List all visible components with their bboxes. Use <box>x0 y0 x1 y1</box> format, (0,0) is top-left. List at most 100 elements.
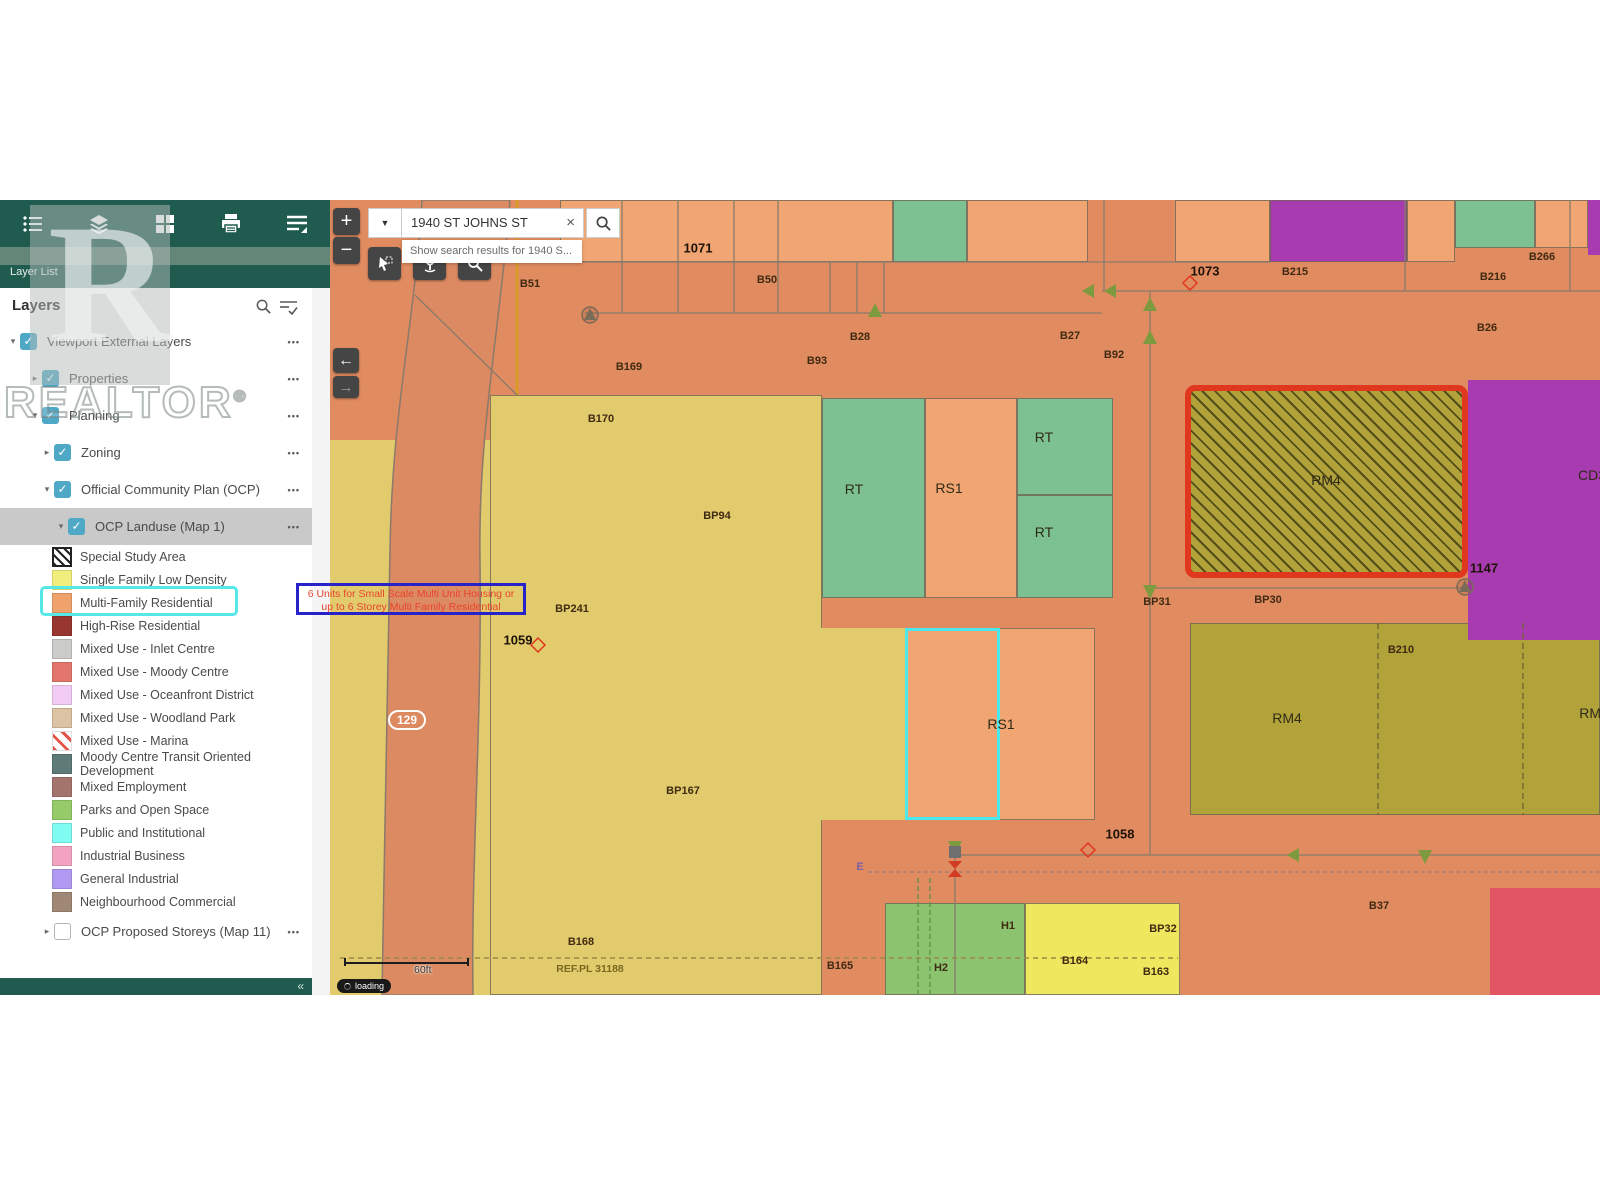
legend-label: Mixed Use - Inlet Centre <box>80 642 215 656</box>
row-menu-icon[interactable]: ••• <box>288 927 300 937</box>
legend-label: Mixed Employment <box>80 780 186 794</box>
chevron-right-icon[interactable]: ▸ <box>40 926 54 937</box>
legend-item: General Industrial <box>0 867 312 890</box>
map-application: 1071B51B50B28B93B27B92B1691073B215B216B2… <box>0 200 1600 995</box>
row-menu-icon[interactable]: ••• <box>288 448 300 458</box>
map-label-b210: B210 <box>1388 644 1414 656</box>
layer-label: Viewport External Layers <box>47 334 312 349</box>
layer-checkbox[interactable]: ✓ <box>42 407 59 424</box>
legend-label: Special Study Area <box>80 550 186 564</box>
row-menu-icon[interactable]: ••• <box>288 522 300 532</box>
layer-row-properties[interactable]: ▸✓Properties••• <box>0 360 312 397</box>
map-label-bp31: BP31 <box>1143 596 1171 608</box>
layer-checkbox[interactable] <box>54 923 71 940</box>
layer-row-ocp-landuse-map-1-[interactable]: ▾✓OCP Landuse (Map 1)••• <box>0 508 312 545</box>
clear-search-icon[interactable]: × <box>566 209 575 237</box>
scale-label: 60ft <box>414 964 432 976</box>
legend-swatch <box>52 547 72 567</box>
map-label-b27: B27 <box>1060 330 1080 342</box>
layer-checkbox[interactable]: ✓ <box>42 370 59 387</box>
row-menu-icon[interactable]: ••• <box>288 374 300 384</box>
map-label-b92: B92 <box>1104 349 1124 361</box>
legend-label: Mixed Use - Oceanfront District <box>80 688 254 702</box>
chevron-down-icon[interactable]: ▾ <box>28 410 42 421</box>
layers-search-icon[interactable] <box>255 298 272 320</box>
map-label-b93: B93 <box>807 355 827 367</box>
select-cursor-icon <box>376 255 394 273</box>
map-label-cd3: CD3 <box>1578 467 1600 483</box>
chevron-right-icon[interactable]: ▸ <box>40 447 54 458</box>
legend-swatch <box>52 708 72 728</box>
filter-check-icon[interactable] <box>279 298 298 320</box>
row-menu-icon[interactable]: ••• <box>288 485 300 495</box>
layer-checkbox[interactable]: ✓ <box>20 333 37 350</box>
legend-label: Public and Institutional <box>80 826 205 840</box>
map-label-rt: RT <box>1035 429 1053 445</box>
search-button[interactable] <box>586 208 620 238</box>
legend-swatch <box>52 823 72 843</box>
map-label-b163: B163 <box>1143 966 1169 978</box>
map-label-1073: 1073 <box>1191 264 1220 279</box>
chevron-down-icon[interactable]: ▾ <box>40 484 54 495</box>
panel-title: Layers <box>12 297 60 314</box>
legend-list-icon[interactable] <box>264 212 330 236</box>
layer-checkbox[interactable]: ✓ <box>68 518 85 535</box>
layer-checkbox[interactable]: ✓ <box>54 444 71 461</box>
map-label-b28: B28 <box>850 331 870 343</box>
search-suggestion[interactable]: Show search results for 1940 S... <box>402 240 582 263</box>
legend-swatch <box>52 731 72 751</box>
sidebar: Layer List Layers ▾✓Viewport External La… <box>0 200 330 995</box>
row-menu-icon[interactable]: ••• <box>288 337 300 347</box>
layer-row-planning[interactable]: ▾✓ Planning••• <box>0 397 312 434</box>
search-input[interactable]: 1940 ST JOHNS ST × <box>402 208 584 238</box>
layer-label: Official Community Plan (OCP) <box>81 482 312 497</box>
sidebar-toolbar <box>0 200 330 248</box>
legend-label: Mixed Use - Woodland Park <box>80 711 235 725</box>
forward-button[interactable]: → <box>333 376 359 398</box>
legend-swatch <box>52 869 72 889</box>
loading-indicator: loading <box>337 979 391 993</box>
map-label-b168: B168 <box>568 936 594 948</box>
chevron-down-icon[interactable]: ▾ <box>6 336 20 347</box>
legend-item: Mixed Employment <box>0 775 312 798</box>
legend-item: Mixed Use - Moody Centre <box>0 660 312 683</box>
layer-row-ocp-proposed-storeys-map-11-[interactable]: ▸OCP Proposed Storeys (Map 11)••• <box>0 913 312 950</box>
print-icon[interactable] <box>198 212 264 236</box>
map-label-bp32: BP32 <box>1149 923 1177 935</box>
map-label-1059: 1059 <box>504 633 533 648</box>
search-icon <box>595 215 612 232</box>
row-menu-icon[interactable]: ••• <box>288 411 300 421</box>
road-shield: 129 <box>388 710 426 730</box>
layers-icon[interactable] <box>66 212 132 236</box>
layer-row-zoning[interactable]: ▸✓Zoning••• <box>0 434 312 471</box>
legend-label: Parks and Open Space <box>80 803 209 817</box>
map-label-b170: B170 <box>588 413 614 425</box>
map-label-rt: RT <box>845 481 863 497</box>
legend-item: Mixed Use - Oceanfront District <box>0 683 312 706</box>
chevron-down-icon[interactable]: ▾ <box>54 521 68 532</box>
map-label-b216: B216 <box>1480 271 1506 283</box>
zoom-out-button[interactable]: − <box>333 237 360 264</box>
legend-label: Mixed Use - Marina <box>80 734 188 748</box>
back-button[interactable]: ← <box>333 348 359 373</box>
layer-label: Planning <box>69 408 312 423</box>
map-label-b169: B169 <box>616 361 642 373</box>
layer-row-viewport-external-layers[interactable]: ▾✓ Viewport External Layers••• <box>0 323 312 360</box>
legend-item: Public and Institutional <box>0 821 312 844</box>
layer-tree-bottom: ▸OCP Proposed Storeys (Map 11)••• <box>0 913 312 950</box>
search-source-dropdown[interactable]: ▼ <box>368 208 402 238</box>
legend-item: Neighbourhood Commercial <box>0 890 312 913</box>
layer-row-official-community-plan-ocp-[interactable]: ▾✓ Official Community Plan (OCP)••• <box>0 471 312 508</box>
legend-label: General Industrial <box>80 872 179 886</box>
chevron-right-icon[interactable]: ▸ <box>28 373 42 384</box>
basemap-grid-icon[interactable] <box>132 214 198 234</box>
layer-checkbox[interactable]: ✓ <box>54 481 71 498</box>
zoom-in-button[interactable]: + <box>333 208 360 235</box>
legend-label: Multi-Family Residential <box>80 596 213 610</box>
collapse-panel-icon[interactable]: « <box>297 978 304 994</box>
legend-swatch <box>52 754 72 774</box>
list-menu-icon[interactable] <box>0 213 66 235</box>
select-tool-button[interactable] <box>368 247 401 280</box>
legend-label: High-Rise Residential <box>80 619 200 633</box>
map-label-b266: B266 <box>1529 251 1555 263</box>
